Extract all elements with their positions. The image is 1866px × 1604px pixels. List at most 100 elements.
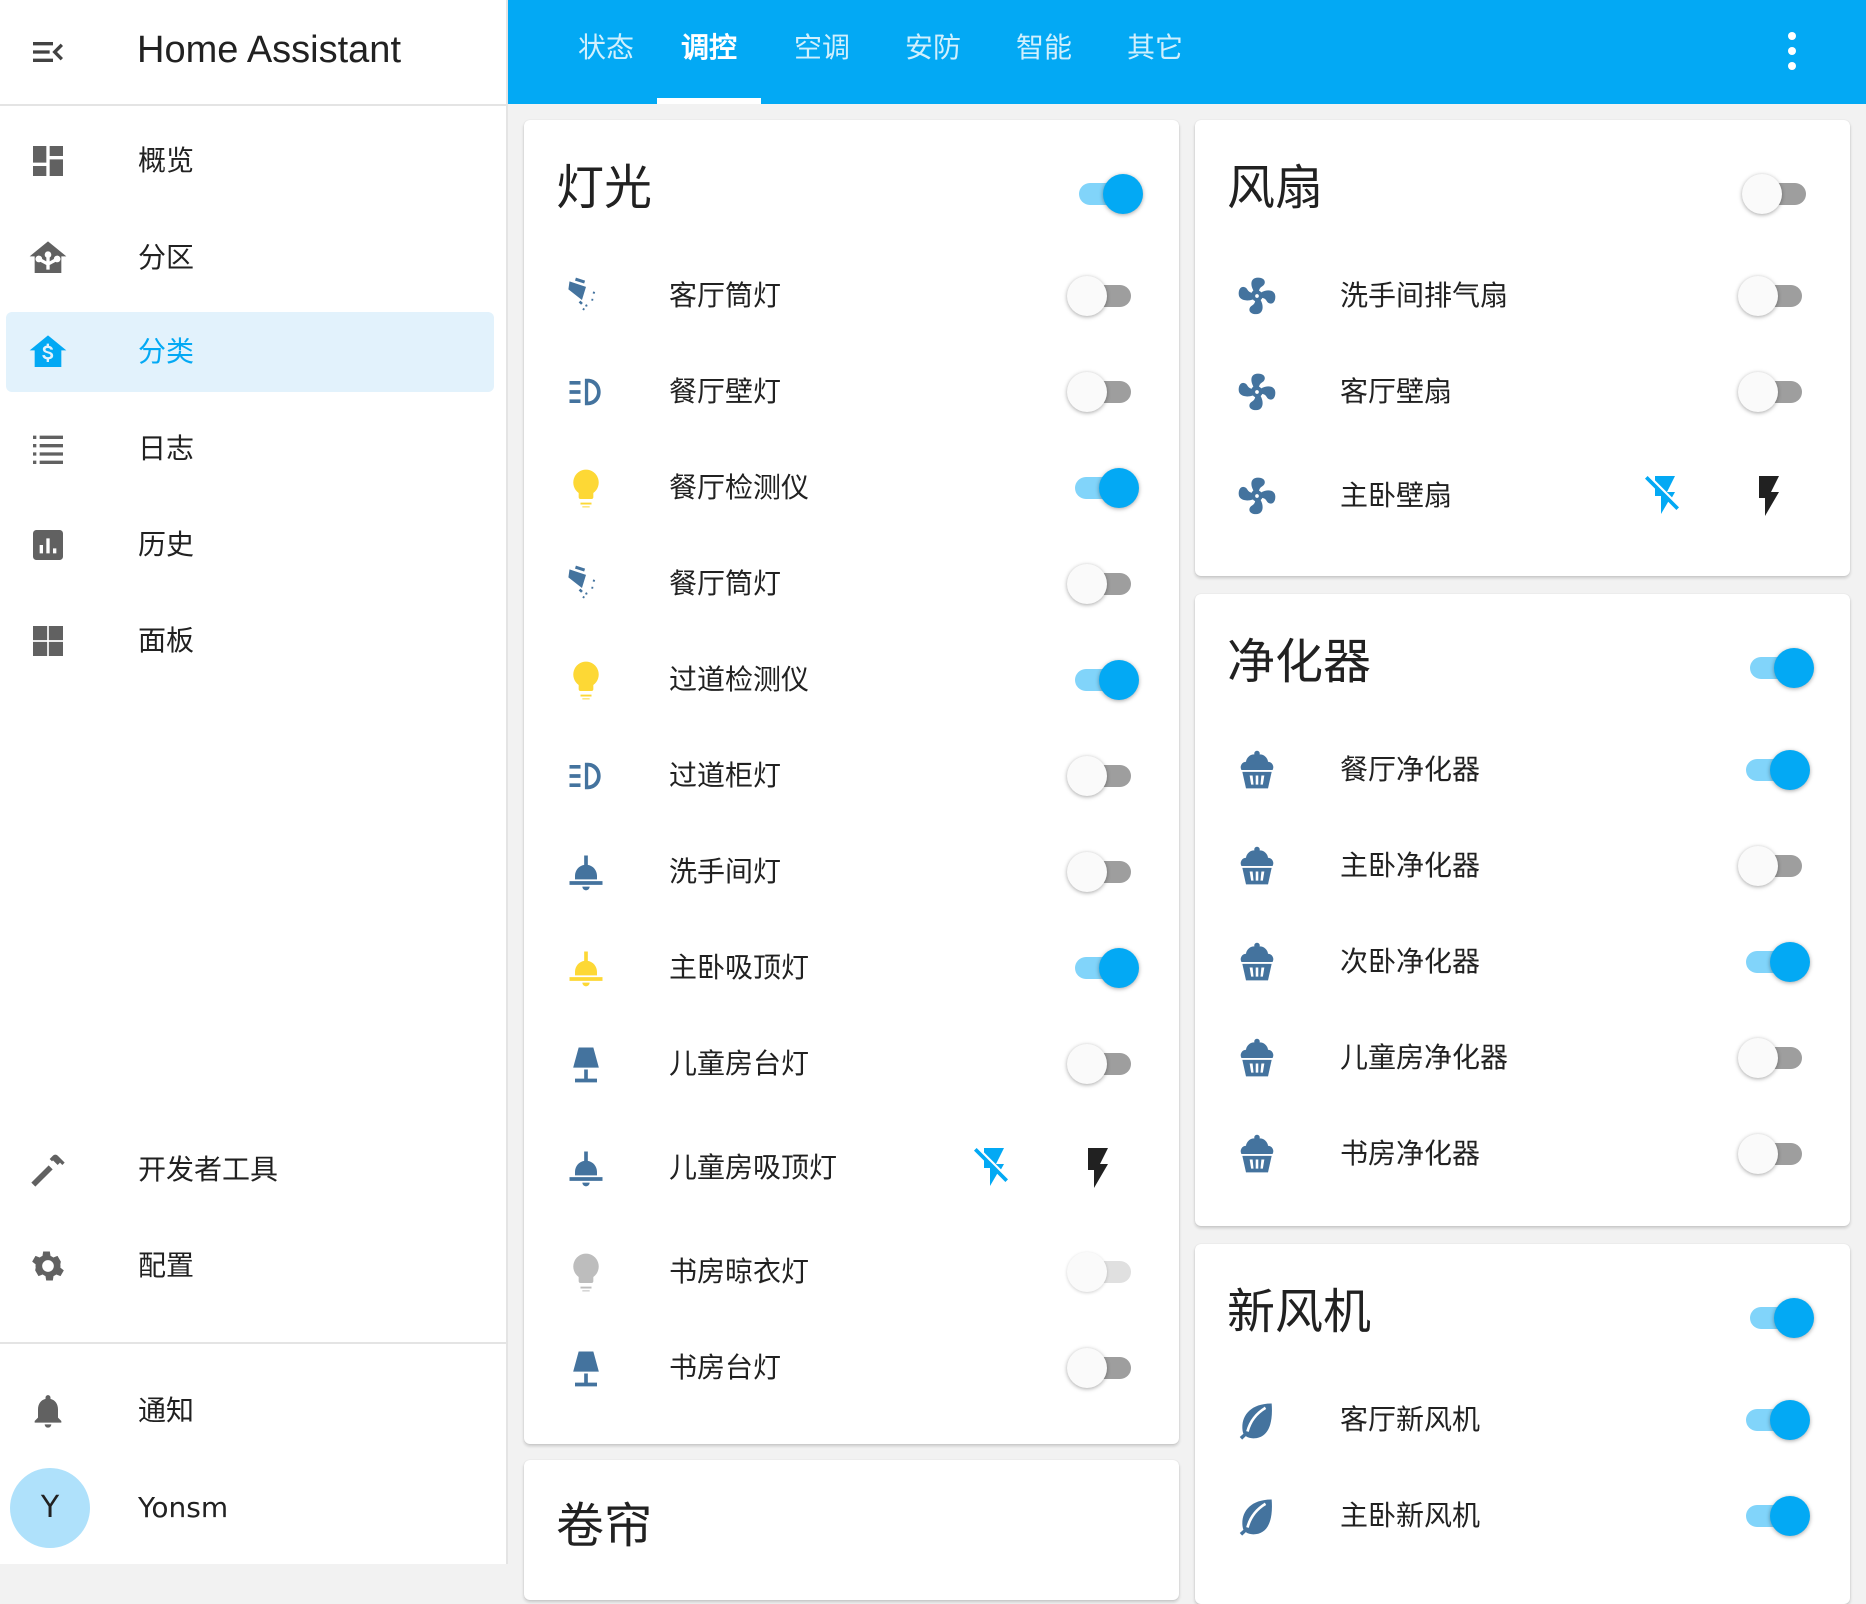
entity-toggle[interactable] (1738, 748, 1810, 792)
cupcake-icon (1235, 940, 1279, 984)
entity-name[interactable]: 书房台灯 (669, 1344, 781, 1392)
card-title: 净化器 (1227, 634, 1372, 690)
tab-control[interactable]: 调控 (657, 0, 761, 104)
entity-name[interactable]: 儿童房吸顶灯 (669, 1144, 837, 1192)
lightbulb-icon (564, 658, 608, 702)
entity-toggle[interactable] (1067, 274, 1139, 318)
more-vert-icon[interactable] (1782, 28, 1802, 76)
sidebar-item-panels[interactable]: 面板 (6, 601, 494, 681)
ceiling-light-icon (564, 850, 608, 894)
cog-icon (28, 1246, 68, 1286)
purifiers-master-toggle[interactable] (1742, 646, 1814, 690)
lights-master-toggle[interactable] (1071, 172, 1143, 216)
entity-row: 客厅新风机 (1195, 1380, 1850, 1460)
entity-toggle[interactable] (1738, 1036, 1810, 1080)
entity-toggle[interactable] (1738, 844, 1810, 888)
tab-smart[interactable]: 智能 (990, 0, 1098, 104)
entity-toggle[interactable] (1067, 1346, 1139, 1390)
tab-status[interactable]: 状态 (552, 0, 660, 104)
tab-climate[interactable]: 空调 (768, 0, 876, 104)
entity-toggle[interactable] (1738, 1494, 1810, 1538)
entity-toggle[interactable] (1738, 1132, 1810, 1176)
desk-lamp-icon (564, 1042, 608, 1086)
entity-toggle[interactable] (1738, 940, 1810, 984)
car-light-dimmed-icon (564, 370, 608, 414)
sidebar-item-label: 概览 (138, 144, 195, 177)
spotlight-beam-icon (564, 274, 608, 318)
entity-toggle[interactable] (1067, 658, 1139, 702)
sidebar-item-logbook[interactable]: 日志 (6, 409, 494, 489)
flash-off-icon[interactable] (1641, 472, 1689, 520)
entity-toggle[interactable] (1067, 850, 1139, 894)
entity-toggle[interactable] (1738, 370, 1810, 414)
entity-toggle[interactable] (1067, 370, 1139, 414)
entity-name[interactable]: 餐厅筒灯 (669, 560, 781, 608)
fans-master-toggle[interactable] (1742, 172, 1814, 216)
flash-icon[interactable] (1745, 472, 1793, 520)
sidebar-item-configuration[interactable]: 配置 (6, 1226, 494, 1306)
sidebar-item-overview[interactable]: 概览 (6, 121, 494, 201)
sidebar-item-categories[interactable]: 分类 (6, 312, 494, 392)
lightbulb-icon (564, 466, 608, 510)
card-purifiers: 净化器 餐厅净化器 主卧净化器 次卧净化器 儿童房净化器 书房净化器 (1195, 594, 1850, 1226)
menu-collapse-icon[interactable] (28, 32, 68, 72)
tab-other[interactable]: 其它 (1101, 0, 1209, 104)
entity-row: 儿童房台灯 (524, 1024, 1179, 1104)
sidebar-item-label: 历史 (138, 528, 195, 561)
entity-toggle[interactable] (1067, 946, 1139, 990)
entity-name[interactable]: 书房净化器 (1340, 1130, 1480, 1178)
entity-row: 书房台灯 (524, 1328, 1179, 1408)
entity-row: 儿童房吸顶灯 (524, 1128, 1179, 1208)
top-app-bar: 状态 调控 空调 安防 智能 其它 (508, 0, 1866, 104)
home-tree-icon (28, 238, 68, 278)
entity-name[interactable]: 洗手间灯 (669, 848, 781, 896)
entity-row: 餐厅净化器 (1195, 730, 1850, 810)
avatar[interactable]: Y (10, 1468, 90, 1548)
entity-row: 餐厅检测仪 (524, 448, 1179, 528)
entity-name[interactable]: 客厅筒灯 (669, 272, 781, 320)
app-title: Home Assistant (137, 29, 401, 71)
cupcake-icon (1235, 748, 1279, 792)
entity-toggle[interactable] (1067, 562, 1139, 606)
flash-icon[interactable] (1074, 1144, 1122, 1192)
sidebar-item-label: 面板 (138, 624, 195, 657)
entity-row: 主卧壁扇 (1195, 456, 1850, 536)
entity-name[interactable]: 餐厅壁灯 (669, 368, 781, 416)
entity-toggle[interactable] (1067, 466, 1139, 510)
entity-toggle (1067, 1250, 1139, 1294)
user-name[interactable]: Yonsm (138, 1486, 228, 1530)
entity-name[interactable]: 洗手间排气扇 (1340, 272, 1508, 320)
tab-security[interactable]: 安防 (879, 0, 987, 104)
card-lights: 灯光 客厅筒灯 餐厅壁灯 餐厅检测仪 餐厅筒灯 过道检测仪 过道柜灯 洗手间灯 … (524, 120, 1179, 1444)
entity-name[interactable]: 次卧净化器 (1340, 938, 1480, 986)
home-currency-icon (28, 332, 68, 372)
sidebar-item-developer-tools[interactable]: 开发者工具 (6, 1130, 494, 1210)
fresh-air-master-toggle[interactable] (1742, 1296, 1814, 1340)
sidebar-item-history[interactable]: 历史 (6, 505, 494, 585)
entity-name[interactable]: 主卧壁扇 (1340, 472, 1452, 520)
entity-name[interactable]: 过道柜灯 (669, 752, 781, 800)
chart-box-icon (28, 525, 68, 565)
entity-name[interactable]: 餐厅检测仪 (669, 464, 809, 512)
sidebar-item-notifications[interactable]: 通知 (6, 1371, 494, 1451)
entity-toggle[interactable] (1738, 1398, 1810, 1442)
entity-name[interactable]: 儿童房台灯 (669, 1040, 809, 1088)
entity-name[interactable]: 儿童房净化器 (1340, 1034, 1508, 1082)
entity-name[interactable]: 客厅新风机 (1340, 1396, 1480, 1444)
entity-name[interactable]: 客厅壁扇 (1340, 368, 1452, 416)
entity-toggle[interactable] (1067, 1042, 1139, 1086)
hammer-icon (28, 1150, 68, 1190)
entity-toggle[interactable] (1067, 754, 1139, 798)
entity-row: 餐厅筒灯 (524, 544, 1179, 624)
entity-name[interactable]: 主卧净化器 (1340, 842, 1480, 890)
sidebar-item-areas[interactable]: 分区 (6, 218, 494, 298)
entity-name[interactable]: 主卧吸顶灯 (669, 944, 809, 992)
entity-name[interactable]: 书房晾衣灯 (669, 1248, 809, 1296)
entity-toggle[interactable] (1738, 274, 1810, 318)
entity-name[interactable]: 餐厅净化器 (1340, 746, 1480, 794)
entity-name[interactable]: 过道检测仪 (669, 656, 809, 704)
flash-off-icon[interactable] (970, 1144, 1018, 1192)
sidebar-item-label: 配置 (138, 1249, 195, 1282)
entity-name[interactable]: 主卧新风机 (1340, 1492, 1480, 1540)
entity-row: 客厅壁扇 (1195, 352, 1850, 432)
